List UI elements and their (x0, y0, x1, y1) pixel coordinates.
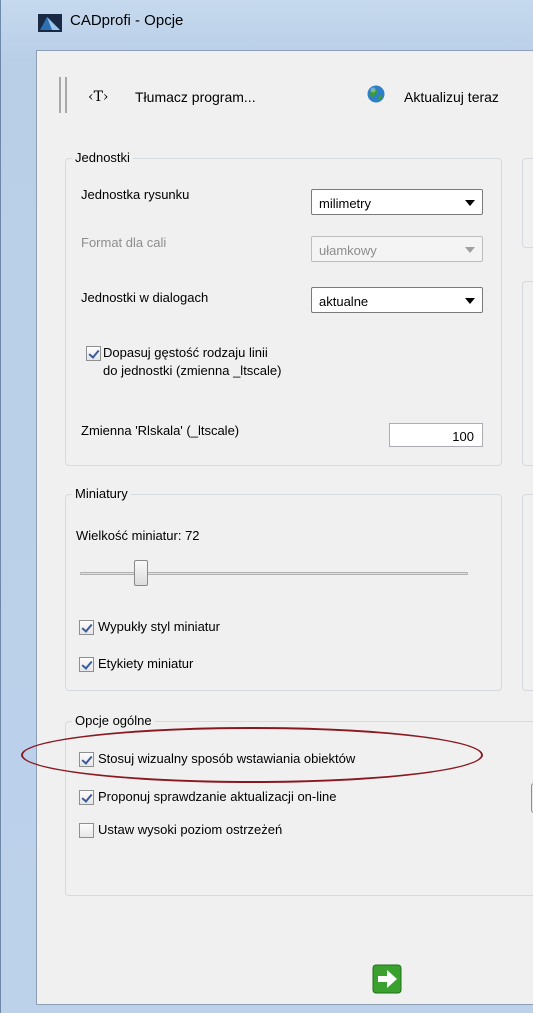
convex-thumbnails-checkbox[interactable] (79, 620, 94, 635)
thumbnails-group-title: Miniatury (72, 486, 131, 501)
linetype-scale-label-line2: do jednostki (zmienna _ltscale) (103, 363, 282, 378)
options-window: CADprofi - Opcje ‹T› Tłumacz program... … (0, 0, 533, 1013)
online-update-check-label: Proponuj sprawdzanie aktualizacji on-lin… (98, 789, 337, 804)
units-group: Jednostki Jednostka rysunku milimetry Fo… (65, 150, 502, 466)
annotation-highlight-oval (21, 727, 483, 783)
linetype-scale-checkbox[interactable] (86, 346, 101, 361)
globe-icon[interactable] (367, 85, 385, 103)
cadprofi-app-icon (38, 14, 62, 32)
inch-format-select[interactable]: ułamkowy (311, 236, 483, 262)
general-options-group-title: Opcje ogólne (72, 713, 155, 728)
thumbnail-size-label: Wielkość miniatur: 72 (76, 528, 200, 543)
ltscale-value: 100 (452, 429, 474, 444)
toolbar: ‹T› Tłumacz program... Aktualizuj teraz (37, 51, 533, 139)
drawing-unit-label: Jednostka rysunku (81, 187, 190, 202)
chevron-down-icon (465, 200, 475, 206)
convex-thumbnails-label: Wypukły styl miniatur (98, 619, 220, 634)
right-column-panel-3 (522, 494, 533, 691)
translate-program-button[interactable]: Tłumacz program... (135, 89, 256, 105)
inch-format-label: Format dla cali (81, 235, 167, 250)
linetype-scale-label-line1: Dopasuj gęstość rodzaju linii (103, 345, 268, 360)
chevron-down-icon (465, 298, 475, 304)
right-column-panel-2 (522, 281, 533, 466)
thumbnail-size-slider-thumb[interactable] (134, 560, 148, 586)
units-group-title: Jednostki (72, 150, 133, 165)
thumbnail-labels-label: Etykiety miniatur (98, 656, 194, 671)
dialog-units-select[interactable]: aktualne (311, 287, 483, 313)
drawing-unit-value: milimetry (319, 196, 371, 211)
high-warning-level-label: Ustaw wysoki poziom ostrzeżeń (98, 822, 283, 837)
high-warning-level-checkbox[interactable] (79, 823, 94, 838)
client-area: ‹T› Tłumacz program... Aktualizuj teraz … (36, 50, 533, 1005)
right-column-panel-1 (522, 158, 533, 248)
drawing-unit-select[interactable]: milimetry (311, 189, 483, 215)
thumbnail-labels-checkbox[interactable] (79, 657, 94, 672)
ltscale-label: Zmienna 'Rlskala' (_ltscale) (81, 423, 240, 438)
update-now-button[interactable]: Aktualizuj teraz (404, 89, 499, 105)
dialog-units-value: aktualne (319, 294, 369, 309)
translate-icon[interactable]: ‹T› (88, 89, 109, 105)
online-update-check-checkbox[interactable] (79, 790, 94, 805)
chevron-down-icon (465, 247, 475, 253)
dialog-units-label: Jednostki w dialogach (81, 290, 209, 305)
title-bar[interactable]: CADprofi - Opcje (1, 0, 533, 36)
window-title: CADprofi - Opcje (70, 12, 184, 29)
toolbar-grip-handle[interactable] (59, 77, 67, 113)
ltscale-input[interactable]: 100 (389, 423, 483, 447)
thumbnails-group: Miniatury Wielkość miniatur: 72 Wypukły … (65, 486, 502, 691)
next-arrow-icon[interactable] (372, 964, 402, 994)
inch-format-value: ułamkowy (319, 243, 377, 258)
